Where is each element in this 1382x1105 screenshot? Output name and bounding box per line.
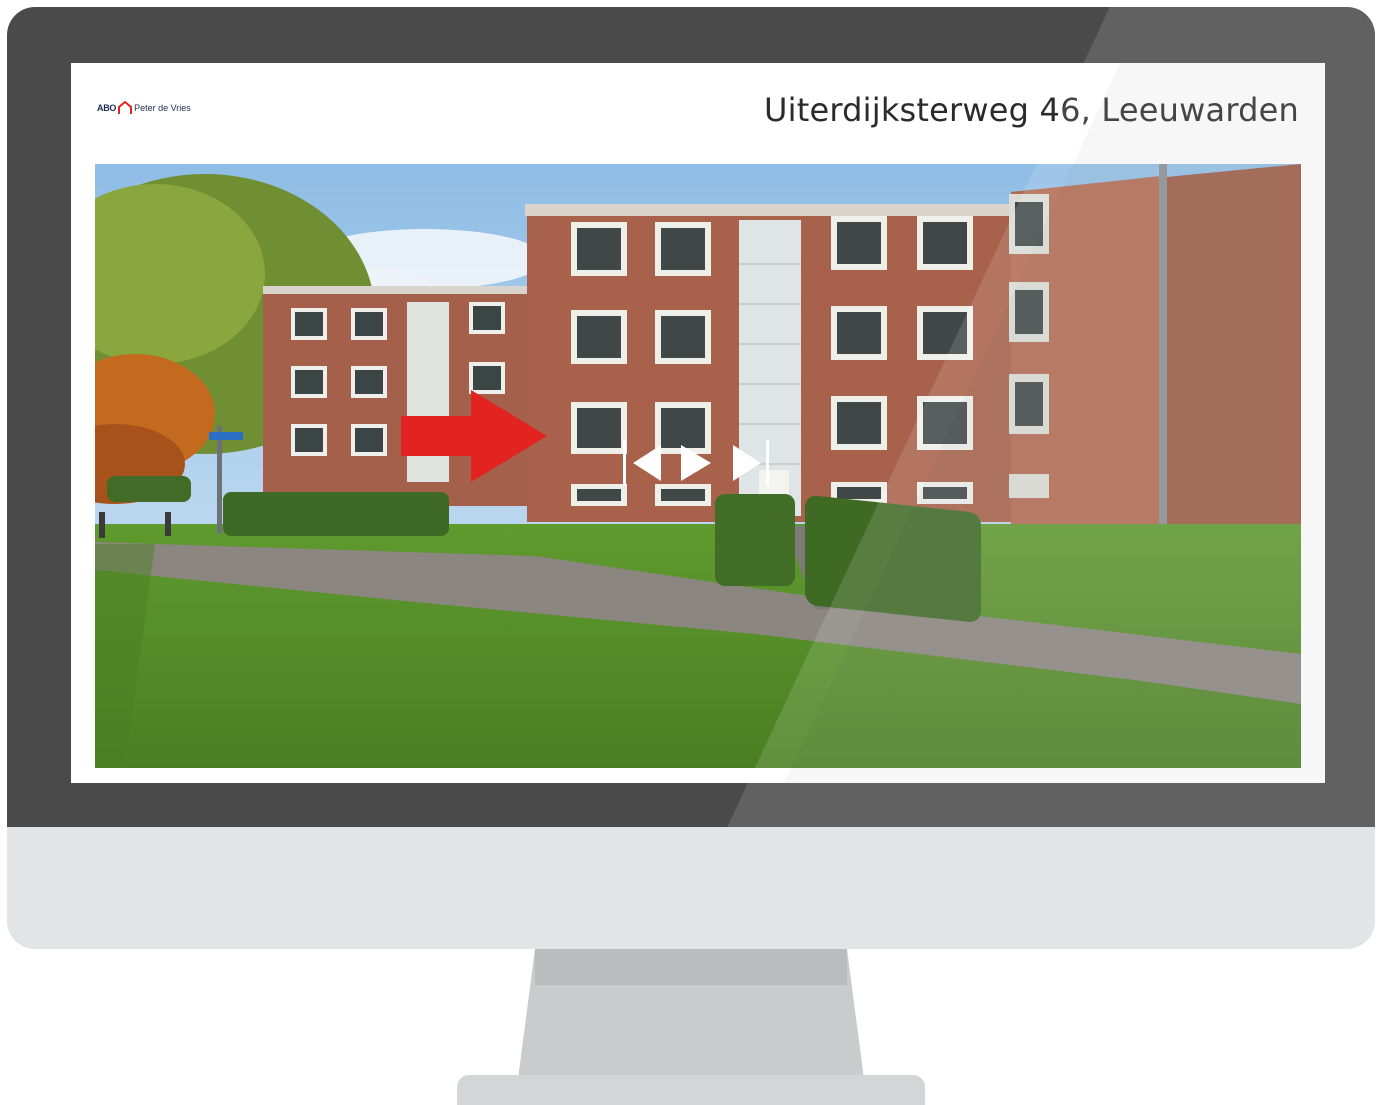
brand-abo-text: ABO <box>97 103 117 113</box>
play-icon[interactable] <box>677 440 717 486</box>
property-title: Uiterdijksterweg 46, Leeuwarden <box>763 91 1299 129</box>
house-icon <box>118 101 133 114</box>
monitor-stand-shadow <box>535 949 847 985</box>
brand-logo[interactable]: ABO Peter de Vries <box>97 101 191 115</box>
brand-name-text: Peter de Vries <box>134 103 191 113</box>
monitor-stand-base <box>457 1075 925 1105</box>
player-controls <box>623 438 793 488</box>
virtual-tour-viewer[interactable] <box>95 164 1301 768</box>
monitor-bezel: ABO Peter de Vries Uiterdijksterweg 46, … <box>7 7 1375 827</box>
arrow-right-icon[interactable] <box>401 390 547 482</box>
monitor-chin <box>7 827 1375 949</box>
skip-forward-icon[interactable] <box>731 440 771 486</box>
skip-back-icon[interactable] <box>623 440 663 486</box>
monitor-screen: ABO Peter de Vries Uiterdijksterweg 46, … <box>71 63 1325 783</box>
